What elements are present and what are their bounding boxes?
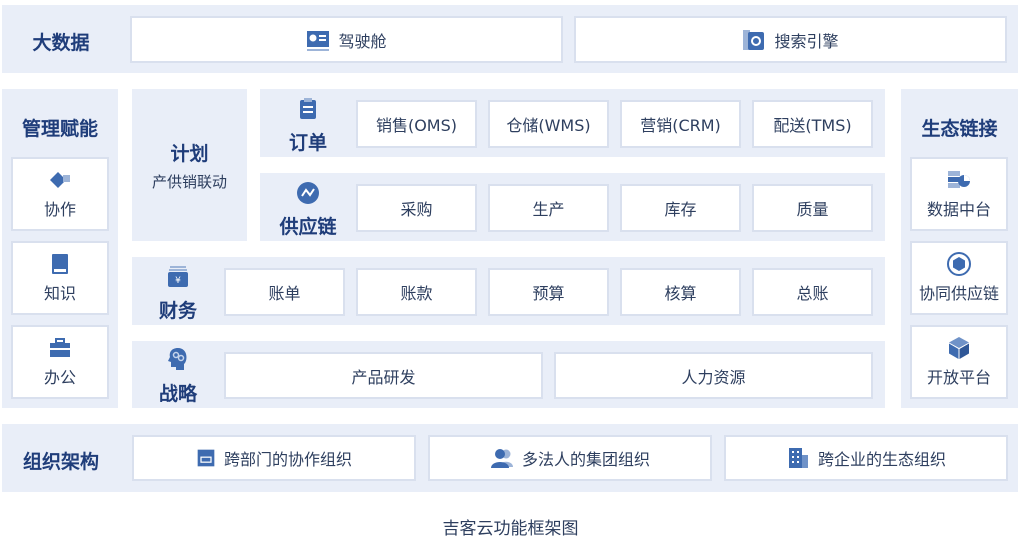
open-platform-button[interactable]: 开放平台 — [910, 325, 1008, 399]
cross-enterprise-button[interactable]: 跨企业的生态组织 — [724, 435, 1008, 481]
finance-item[interactable]: 核算 — [620, 268, 741, 316]
diagram-caption: 吉客云功能框架图 — [442, 519, 579, 539]
knowledge-label: 知识 — [43, 284, 76, 303]
collaboration-label: 协作 — [43, 200, 76, 219]
hexagon-cube-icon — [947, 252, 971, 276]
cube-icon — [949, 337, 969, 359]
office-label: 办公 — [43, 368, 76, 387]
collaboration-button[interactable]: 协作 — [11, 157, 109, 231]
dashboard-icon — [307, 30, 330, 51]
finance-item[interactable]: 总账 — [752, 268, 873, 316]
office-button[interactable]: 办公 — [11, 325, 109, 399]
knowledge-button[interactable]: 知识 — [11, 241, 109, 315]
supply-collab-button[interactable]: 协同供应链 — [910, 241, 1008, 315]
cockpit-label: 驾驶舱 — [338, 31, 387, 51]
data-platform-button[interactable]: 数据中台 — [910, 157, 1008, 231]
supply-item[interactable]: 采购 — [356, 184, 477, 232]
cockpit-button[interactable]: 驾驶舱 — [130, 16, 563, 63]
strategy-item[interactable]: 人力资源 — [554, 352, 873, 399]
ecosystem-title: 生态链接 — [921, 118, 998, 140]
finance-item[interactable]: 预算 — [488, 268, 609, 316]
supply-item[interactable]: 生产 — [488, 184, 609, 232]
cross-dept-label: 跨部门的协作组织 — [223, 450, 352, 469]
order-item[interactable]: 营销(CRM) — [620, 100, 741, 148]
supply-item[interactable]: 质量 — [752, 184, 873, 232]
data-center-icon — [948, 171, 970, 188]
strategy-item[interactable]: 产品研发 — [224, 352, 543, 399]
plan-subtitle: 产供销联动 — [151, 173, 227, 191]
cross-enterprise-label: 跨企业的生态组织 — [817, 450, 946, 469]
wallet-icon: ¥ — [168, 266, 188, 287]
clipboard-icon — [300, 98, 316, 119]
strategy-title: 战略 — [158, 383, 197, 405]
search-engine-label: 搜索引擎 — [774, 31, 839, 51]
chain-icon — [297, 182, 319, 204]
open-platform-label: 开放平台 — [926, 368, 991, 387]
plan-title: 计划 — [170, 143, 209, 165]
supply-title: 供应链 — [279, 216, 337, 238]
calendar-icon — [197, 449, 215, 467]
bigdata-title: 大数据 — [32, 32, 90, 54]
finance-item[interactable]: 账款 — [356, 268, 477, 316]
briefcase-icon — [50, 338, 70, 357]
finance-item[interactable]: 账单 — [224, 268, 345, 316]
finance-title: 财务 — [158, 300, 197, 322]
supply-collab-label: 协同供应链 — [918, 284, 999, 303]
data-platform-label: 数据中台 — [926, 200, 991, 219]
search-engine-button[interactable]: 搜索引擎 — [574, 16, 1007, 63]
supply-item[interactable]: 库存 — [620, 184, 741, 232]
cross-dept-button[interactable]: 跨部门的协作组织 — [132, 435, 416, 481]
order-item[interactable]: 仓储(WMS) — [488, 100, 609, 148]
org-title: 组织架构 — [22, 451, 99, 473]
search-engine-icon — [743, 29, 765, 50]
users-icon — [490, 449, 513, 468]
group-org-label: 多法人的集团组织 — [521, 450, 650, 469]
order-item[interactable]: 配送(TMS) — [752, 100, 873, 148]
collaboration-icon — [50, 172, 70, 188]
book-icon — [52, 254, 68, 274]
svg-text:¥: ¥ — [175, 276, 181, 286]
management-title: 管理赋能 — [21, 118, 98, 140]
group-org-button[interactable]: 多法人的集团组织 — [428, 435, 712, 481]
building-icon — [788, 448, 808, 468]
order-item[interactable]: 销售(OMS) — [356, 100, 477, 148]
order-title: 订单 — [288, 132, 327, 154]
brain-gear-icon — [168, 348, 187, 370]
